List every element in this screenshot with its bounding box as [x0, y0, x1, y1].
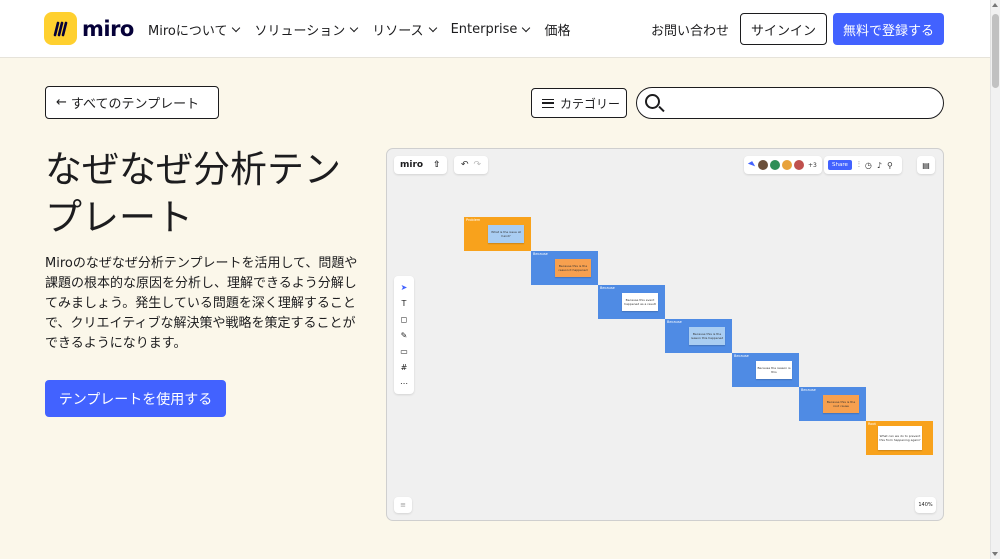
frame-icon: # [400, 362, 408, 372]
template-preview-board[interactable]: miro ⇧ ↶ ↷ +3 Share ⫶ ◷ ♪ ⚲ ▤ ➤ T ◻ ✎ ▭ #… [386, 148, 944, 521]
nav-item-label: ソリューション [254, 24, 346, 39]
chevron-down-icon [349, 23, 359, 32]
sticky-note: Because this event happened as a result [622, 293, 658, 311]
scroll-thumb[interactable] [992, 14, 999, 88]
nav-item-label: Enterprise [450, 22, 518, 37]
template-description: Miroのなぜなぜ分析テンプレートを活用して、問題や課題の根本的な原因を分析し、… [45, 256, 358, 351]
sticky-note: Because the reason is this [756, 361, 792, 379]
pen-icon: ✎ [400, 330, 408, 340]
sticky-note: Because this is the reason it happened [555, 259, 591, 277]
settings-sliders-icon: ⫶ [857, 160, 860, 169]
back-to-templates-button[interactable]: ← すべてのテンプレート [45, 86, 219, 119]
nav-item-enterprise[interactable]: Enterprise [450, 22, 531, 37]
timer-icon: ◷ [864, 160, 872, 170]
preview-undo-bar: ↶ ↷ [454, 156, 489, 174]
preview-collaborators: +3 [744, 156, 822, 174]
undo-icon: ↶ [461, 160, 469, 170]
use-template-button[interactable]: テンプレートを使用する [45, 380, 226, 417]
category-label: カテゴリー [560, 96, 621, 111]
sticky-note-icon: ◻ [400, 314, 408, 324]
search-input[interactable] [669, 94, 931, 114]
bell-icon: ♪ [876, 160, 882, 170]
top-navigation: miro Miroについて ソリューション リソース Enterprise 価格… [0, 0, 1000, 58]
category-button[interactable]: カテゴリー [531, 88, 627, 118]
nav-item-label: 価格 [544, 24, 571, 39]
nav-menu: Miroについて ソリューション リソース Enterprise 価格 [148, 20, 585, 39]
grid-cell-label: Because [801, 388, 816, 392]
back-button-label: すべてのテンプレート [70, 97, 200, 112]
chevron-down-icon [522, 23, 531, 32]
nav-actions: お問い合わせ サインイン 無料で登録する [651, 13, 944, 45]
preview-share-button: Share [828, 160, 852, 170]
menu-icon [542, 98, 554, 108]
grid-cell: Because Because this is the reason this h… [665, 319, 732, 353]
nav-item-label: リソース [372, 24, 424, 39]
sticky-note: What can we do to prevent this from happ… [878, 426, 922, 450]
layers-icon: ≡ [394, 497, 412, 513]
sticky-note: Because this is the root cause [823, 395, 859, 413]
sticky-note: Because this is the reason this happened [689, 327, 725, 345]
grid-cell-label: Because [734, 354, 749, 358]
search-icon [645, 94, 660, 109]
grid-cell: Because Because this event happened as a … [598, 285, 665, 319]
page-title: なぜなぜ分析テンプレート [45, 148, 341, 239]
upload-icon: ⇧ [433, 160, 441, 170]
preview-logo-text: miro [400, 160, 424, 170]
grid-cell-label: Root [868, 422, 876, 426]
search-box[interactable] [636, 87, 944, 119]
grid-cell-label: Because [600, 286, 615, 290]
signup-button[interactable]: 無料で登録する [832, 13, 944, 45]
scroll-down-arrow-icon[interactable] [992, 552, 998, 556]
grid-cell-label: Because [533, 252, 548, 256]
nav-item-label: Miroについて [148, 24, 228, 39]
comment-icon: ▭ [400, 346, 408, 356]
preview-board-tools: Share ⫶ ◷ ♪ ⚲ [824, 156, 902, 174]
avatar [782, 160, 792, 170]
avatar [770, 160, 780, 170]
scroll-up-arrow-icon[interactable] [992, 3, 998, 7]
nav-item-resources[interactable]: リソース [372, 20, 437, 39]
grid-cell-label: Because [667, 320, 682, 324]
grid-cell: Problem What is the issue at hand? [464, 217, 531, 251]
grid-cell: Because Because the reason is this [732, 353, 799, 387]
avatar [758, 160, 768, 170]
arrow-left-icon: ← [56, 95, 67, 110]
miro-logo-icon [44, 12, 77, 45]
nav-item-solutions[interactable]: ソリューション [254, 20, 359, 39]
grid-cell: Because Because this is the reason it hap… [531, 251, 598, 285]
preview-left-toolbar: ➤ T ◻ ✎ ▭ # ⋯ [394, 276, 414, 394]
nav-item-about[interactable]: Miroについて [148, 20, 241, 39]
cursor-icon [747, 161, 756, 169]
miro-logo[interactable]: miro [44, 12, 134, 45]
collaborator-more-count: +3 [808, 161, 817, 169]
preview-logo-bar: miro ⇧ [394, 156, 447, 174]
grid-cell: Root What can we do to prevent this from … [866, 421, 933, 455]
text-tool-icon: T [401, 298, 407, 308]
contact-link[interactable]: お問い合わせ [651, 20, 729, 39]
search-icon: ⚲ [886, 160, 893, 170]
sticky-note: What is the issue at hand? [488, 225, 524, 243]
page-scrollbar[interactable] [990, 0, 1000, 559]
zoom-level: 140% [915, 497, 936, 513]
more-tools-icon: ⋯ [400, 378, 408, 388]
grid-cell-label: Problem [466, 218, 481, 222]
chevron-down-icon [428, 23, 437, 32]
nav-item-pricing[interactable]: 価格 [544, 20, 570, 39]
avatar [794, 160, 804, 170]
grid-cell: Because Because this is the root cause [799, 387, 866, 421]
redo-icon: ↷ [473, 160, 482, 170]
select-arrow-icon: ➤ [400, 282, 408, 292]
signin-button[interactable]: サインイン [739, 13, 827, 45]
panel-icon: ▤ [917, 156, 935, 174]
chevron-down-icon [232, 23, 241, 32]
logo-text: miro [82, 16, 134, 41]
